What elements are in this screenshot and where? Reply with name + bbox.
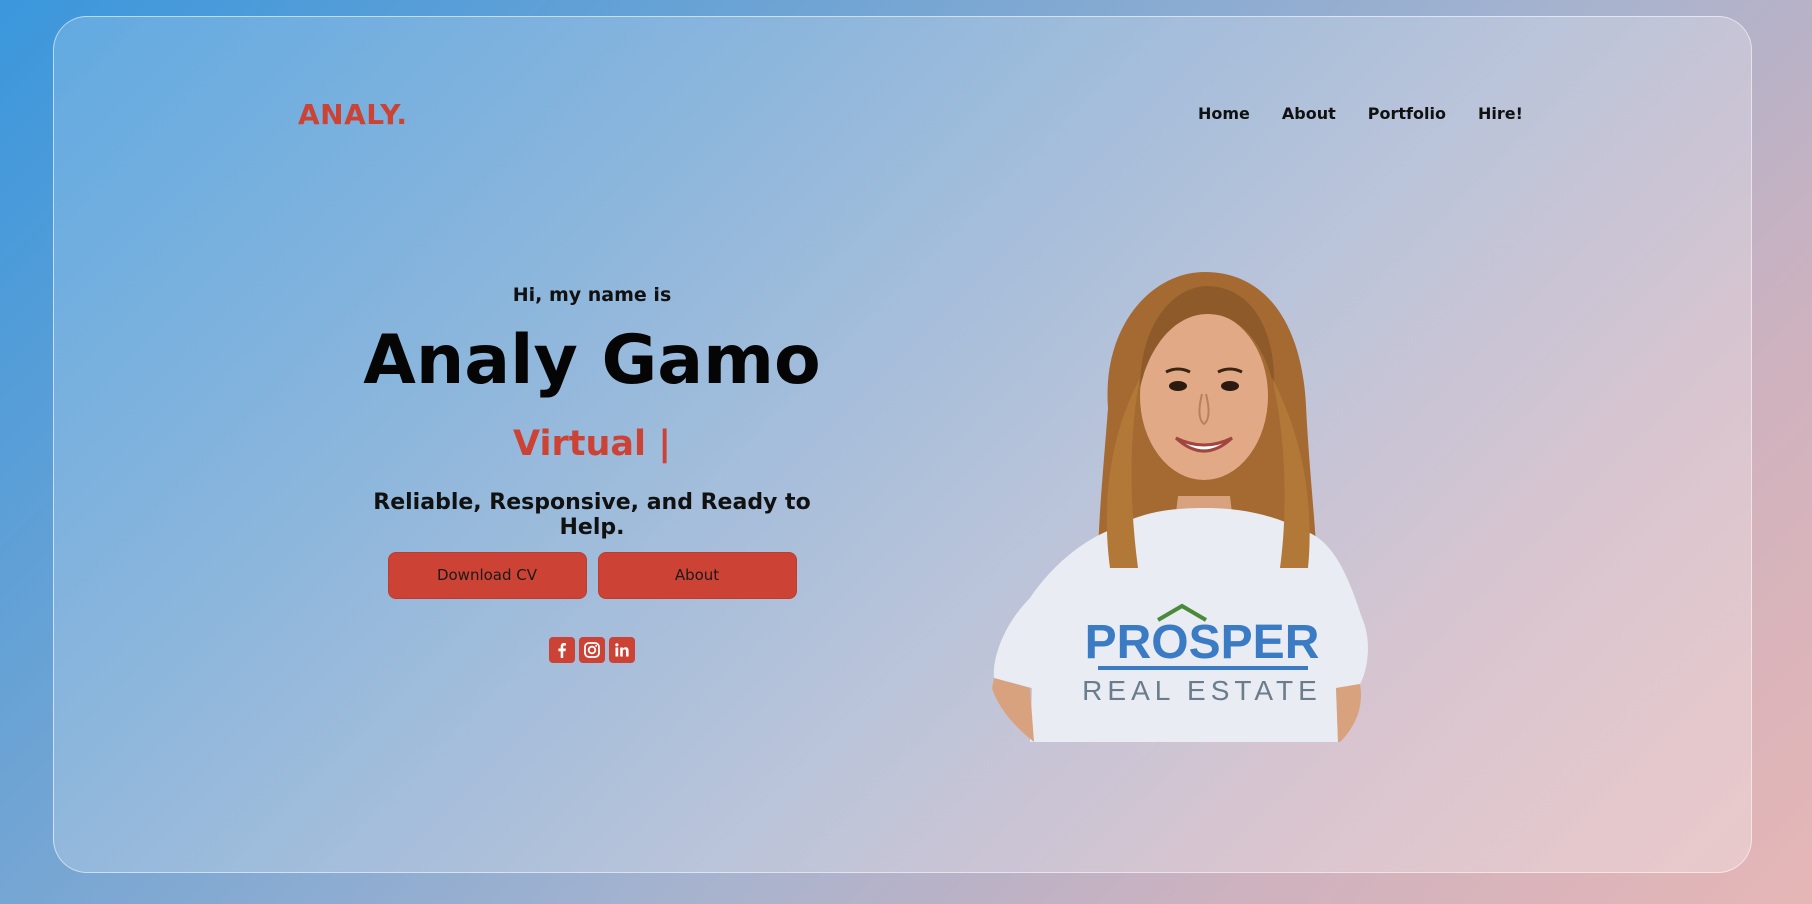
shirt-print-real-estate: REAL ESTATE	[1082, 675, 1322, 706]
typed-role-text: Virtual |	[513, 423, 671, 464]
tagline: Reliable, Responsive, and Ready to Help.	[373, 489, 811, 540]
instagram-icon[interactable]	[579, 636, 605, 663]
profile-photo: PROSPER REAL ESTATE	[992, 272, 1368, 742]
hero-intro: Hi, my name is Analy Gamo Virtual | Reli…	[352, 284, 832, 663]
nav-item-hire[interactable]: Hire!	[1478, 104, 1523, 123]
hero-name: Analy Gamo	[363, 321, 821, 400]
about-button[interactable]: About	[597, 551, 797, 599]
nav-item-portfolio[interactable]: Portfolio	[1368, 104, 1446, 123]
nav-item-about[interactable]: About	[1282, 104, 1336, 123]
social-links	[352, 636, 832, 663]
main-nav: Home About Portfolio Hire!	[1198, 104, 1555, 123]
facebook-icon[interactable]	[549, 636, 575, 663]
nav-item-home[interactable]: Home	[1198, 104, 1250, 123]
download-cv-button[interactable]: Download CV	[387, 551, 587, 599]
logo[interactable]: ANALY.	[298, 98, 408, 131]
shirt-print-prosper: PROSPER	[1085, 616, 1320, 669]
greeting-text: Hi, my name is	[512, 284, 672, 306]
linkedin-icon[interactable]	[609, 636, 635, 663]
glass-card	[53, 16, 1752, 873]
hero-buttons: Download CV About	[352, 551, 832, 599]
